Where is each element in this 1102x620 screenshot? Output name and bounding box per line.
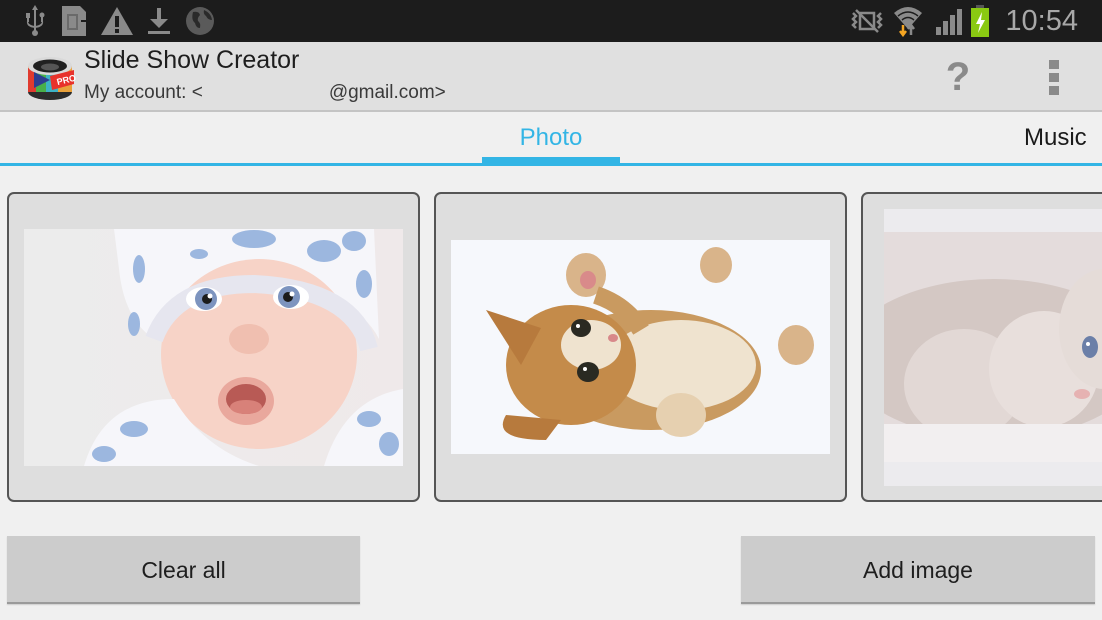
photo-card[interactable] <box>861 192 1102 502</box>
tab-photo[interactable]: Photo <box>482 124 620 152</box>
clock: 10:54 <box>1005 5 1078 37</box>
photo-ginger-kitten <box>451 240 830 454</box>
usb-icon <box>22 5 48 37</box>
account-label: My account: < <box>84 82 203 103</box>
account-email-suffix: @gmail.com> <box>328 82 446 103</box>
clear-all-button[interactable]: Clear all <box>7 536 360 604</box>
overflow-menu-button[interactable] <box>1036 56 1072 100</box>
photo-card[interactable] <box>7 192 420 502</box>
vibrate-mute-icon <box>850 5 884 37</box>
photo-baby <box>24 229 403 466</box>
warning-icon <box>100 5 134 37</box>
help-icon: ? <box>945 55 971 99</box>
wifi-icon <box>892 5 924 37</box>
tab-music[interactable]: Music <box>1024 124 1087 152</box>
photo-card[interactable] <box>434 192 847 502</box>
signal-icon <box>934 5 966 37</box>
photo-white-kitten <box>884 209 1102 486</box>
account-text[interactable]: My account: < @gmail.com> <box>84 82 446 104</box>
sd-card-icon <box>60 5 90 37</box>
status-bar: 10:54 <box>0 0 1102 42</box>
globe-icon <box>184 5 216 37</box>
download-icon <box>146 5 172 37</box>
battery-charging-icon <box>968 5 992 37</box>
tab-underline <box>0 163 1102 166</box>
app-logo-icon[interactable]: PRO <box>24 54 77 102</box>
action-bar: PRO Slide Show Creator My account: < @gma… <box>0 42 1102 112</box>
tab-strip: Photo Music <box>0 114 1102 166</box>
add-image-button[interactable]: Add image <box>741 536 1095 604</box>
app-title: Slide Show Creator <box>84 46 300 74</box>
help-button[interactable]: ? <box>935 52 981 102</box>
